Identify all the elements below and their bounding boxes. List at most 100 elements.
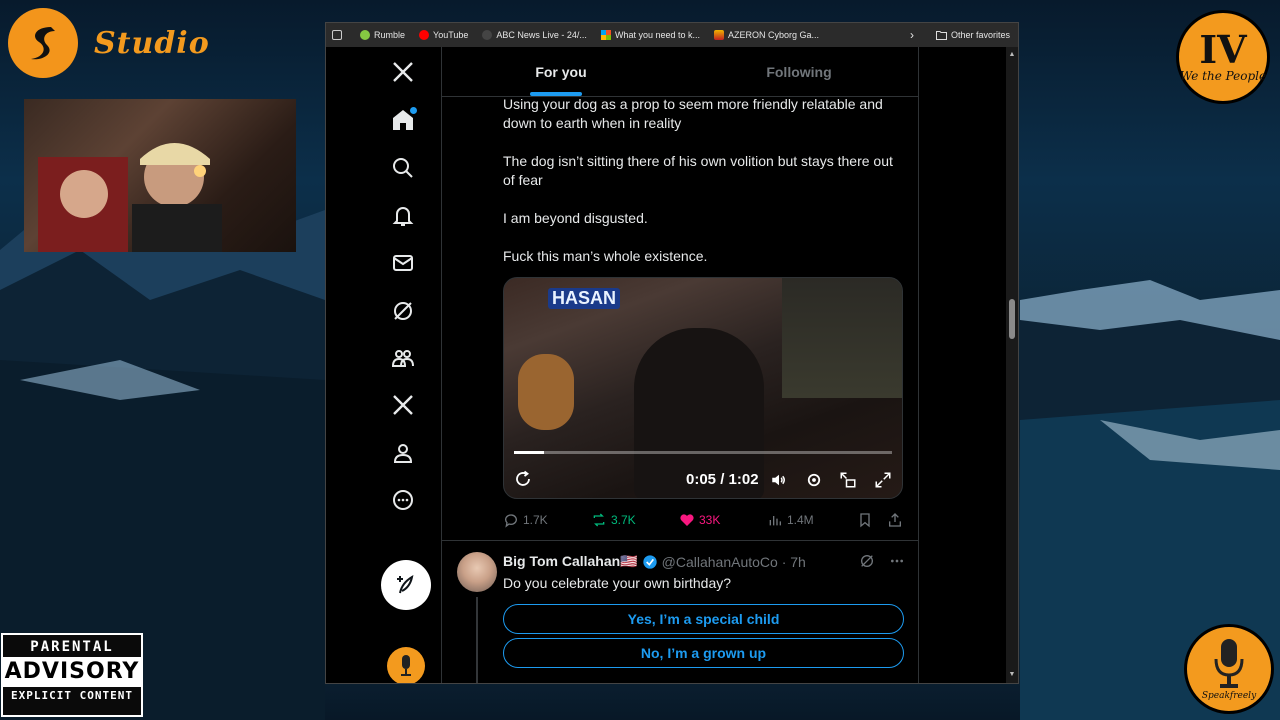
- thread-connector-line: [476, 597, 478, 683]
- left-nav: [326, 47, 442, 683]
- more-horizontal-icon[interactable]: [889, 553, 905, 572]
- mic-badge-signature: Speakfreely: [1201, 691, 1257, 701]
- share-icon[interactable]: [887, 512, 907, 528]
- repost-button[interactable]: 3.7K: [591, 512, 636, 528]
- favorite-azeron[interactable]: AZERON Cyborg Ga...: [714, 30, 819, 40]
- video-progress-bar[interactable]: [514, 451, 892, 454]
- repost-icon: [593, 513, 605, 527]
- views-chart-icon: [769, 516, 781, 526]
- tweet-text-paragraph: Fuck this man’s whole existence.: [503, 248, 708, 264]
- home-notification-dot: [410, 107, 417, 114]
- reply-count: 1.7K: [523, 513, 548, 527]
- account-avatar-mic-icon: [401, 655, 411, 676]
- other-favorites-label: Other favorites: [950, 30, 1010, 40]
- more-options-icon[interactable]: [388, 485, 418, 515]
- tweet-divider: [442, 540, 918, 541]
- favorite-youtube[interactable]: YouTube: [419, 30, 468, 40]
- other-favorites[interactable]: Other favorites: [935, 30, 1010, 40]
- microsoft-icon: [600, 30, 611, 40]
- like-count: 33K: [699, 513, 721, 527]
- notifications-bell-icon[interactable]: [388, 201, 418, 231]
- picture-in-picture-icon[interactable]: [839, 471, 857, 489]
- badge-roman-numeral: IV: [1199, 27, 1247, 72]
- reply-button[interactable]: 1.7K: [503, 512, 548, 528]
- studio-text: Studio: [94, 26, 210, 61]
- fullscreen-icon[interactable]: [874, 471, 892, 489]
- scrollbar[interactable]: ▲ ▼: [1006, 47, 1018, 683]
- rumble-icon: [360, 30, 370, 40]
- volume-icon[interactable]: [770, 471, 788, 489]
- tweet-text-paragraph: Using your dog as a prop to seem more fr…: [503, 96, 883, 131]
- timeline: For you Following Using your dog as a pr…: [442, 47, 919, 683]
- replay-icon[interactable]: [514, 470, 532, 488]
- messages-envelope-icon[interactable]: [388, 248, 418, 278]
- s-logo-icon: [31, 27, 55, 60]
- profile-icon[interactable]: [388, 438, 418, 468]
- scroll-down-arrow-icon[interactable]: ▼: [1008, 671, 1016, 678]
- bookmark-icon[interactable]: [857, 512, 877, 528]
- favorite-rumble[interactable]: Rumble: [360, 30, 405, 40]
- parental-advisory-label: PARENTAL ADVISORY EXPLICIT CONTENT: [1, 633, 143, 717]
- video-time: 0:05 / 1:02: [686, 471, 759, 488]
- abc-news-icon: [482, 30, 493, 40]
- grok-icon[interactable]: [859, 553, 875, 572]
- tab-for-you[interactable]: For you: [442, 47, 680, 96]
- favorite-what-you-need[interactable]: What you need to k...: [600, 30, 700, 40]
- microphone-icon: [1214, 639, 1244, 688]
- favorite-abc-news[interactable]: ABC News Live - 24/...: [482, 30, 587, 40]
- tweet-video-player[interactable]: HASAN 0:05 / 1:02: [503, 277, 903, 499]
- settings-gear-icon[interactable]: [805, 471, 823, 489]
- repost-count: 3.7K: [611, 513, 636, 527]
- timeline-tabs: For you Following: [442, 47, 918, 97]
- favorites-bar-icon: [332, 30, 342, 40]
- compose-post-button[interactable]: [381, 560, 431, 610]
- views-button[interactable]: 1.4M: [767, 512, 814, 528]
- advisory-line-3: EXPLICIT CONTENT: [11, 689, 133, 702]
- favorite-label: YouTube: [433, 30, 469, 40]
- tweet-text-paragraph: The dog isn’t sitting there of his own v…: [503, 153, 893, 188]
- favorite-label: AZERON Cyborg Ga...: [728, 30, 820, 40]
- grok-icon[interactable]: [388, 296, 418, 326]
- webcam-feed: [24, 99, 296, 252]
- x-logo-icon[interactable]: [388, 57, 418, 87]
- search-icon[interactable]: [388, 153, 418, 183]
- advisory-line-2: ADVISORY: [3, 657, 141, 687]
- video-banner-text: HASAN: [548, 288, 621, 309]
- scroll-up-arrow-icon[interactable]: ▲: [1008, 51, 1016, 58]
- poll-option[interactable]: No, I’m a grown up: [503, 638, 904, 668]
- azeron-icon: [714, 30, 724, 40]
- speakfreely-mic-badge: Speakfreely: [1184, 624, 1274, 714]
- youtube-icon: [419, 30, 430, 40]
- tweet-header-actions: [845, 553, 905, 572]
- tweet-text: Do you celebrate your own birthday?: [503, 575, 732, 591]
- tweet-header: Big Tom Callahan🇺🇸 @CallahanAutoCo · 7h: [503, 553, 913, 570]
- home-icon[interactable]: [388, 105, 418, 135]
- favorite-label: What you need to k...: [614, 30, 700, 40]
- favorite-label: ABC News Live - 24/...: [496, 30, 587, 40]
- poll-option[interactable]: Yes, I’m a special child: [503, 604, 904, 634]
- premium-x-icon[interactable]: [388, 390, 418, 420]
- heart-icon: [680, 514, 694, 526]
- we-the-people-badge: IV We the People: [1176, 10, 1270, 104]
- tweet-author-avatar[interactable]: [457, 552, 497, 592]
- folder-icon: [935, 31, 947, 40]
- tweet-author-name[interactable]: Big Tom Callahan🇺🇸: [503, 553, 638, 570]
- browser-window: Rumble YouTube ABC News Live - 24/... Wh…: [325, 22, 1019, 684]
- tweet-author-handle[interactable]: @CallahanAutoCo · 7h: [662, 554, 806, 570]
- tweet-text-paragraph: I am beyond disgusted.: [503, 210, 648, 226]
- video-stream-chat: [782, 278, 902, 398]
- tab-following[interactable]: Following: [680, 47, 918, 96]
- compose-feather-icon: [397, 574, 414, 594]
- favorites-overflow-chevron-icon[interactable]: ›: [910, 28, 914, 42]
- communities-icon[interactable]: [388, 343, 418, 373]
- favorites-toggle[interactable]: [332, 30, 346, 40]
- scrollbar-thumb[interactable]: [1009, 299, 1015, 339]
- like-button[interactable]: 33K: [679, 512, 720, 528]
- advisory-line-1: PARENTAL: [30, 639, 114, 655]
- favorites-bar: Rumble YouTube ABC News Live - 24/... Wh…: [326, 23, 1018, 47]
- x-app: For you Following Using your dog as a pr…: [326, 47, 1018, 683]
- studio-logo: [8, 8, 78, 78]
- tweet-actions: 1.7K 3.7K 33K 1.4M: [503, 509, 903, 531]
- verified-badge-icon: [642, 554, 657, 569]
- account-avatar[interactable]: [387, 647, 425, 683]
